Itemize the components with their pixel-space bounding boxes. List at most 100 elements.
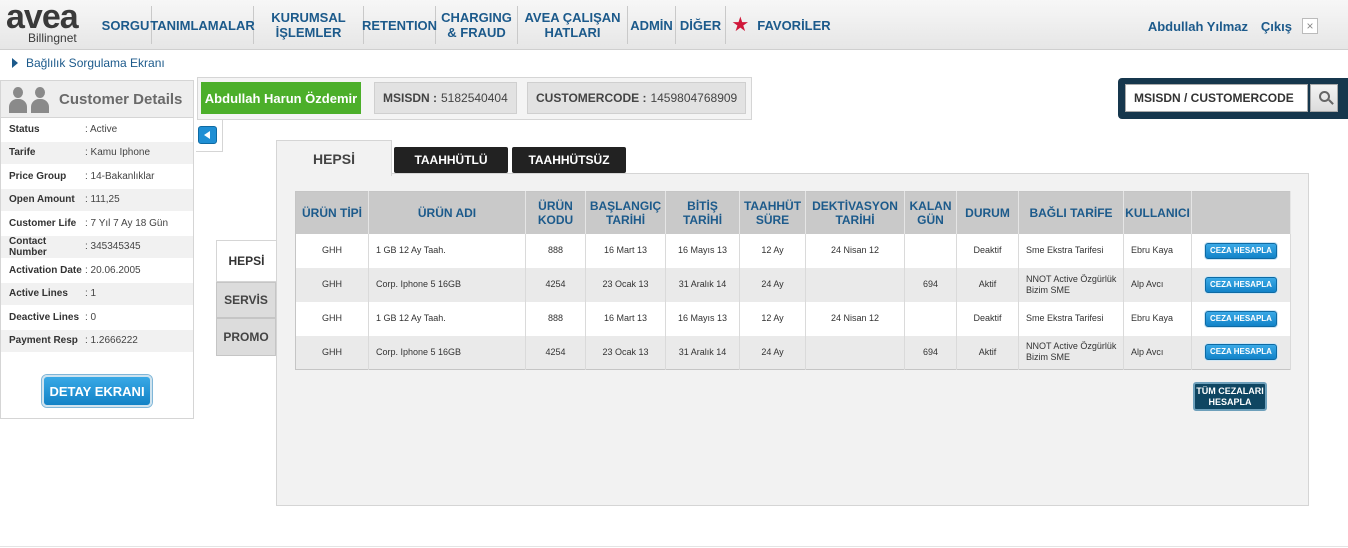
cell-kullanici: Ebru Kaya xyxy=(1123,233,1192,268)
header-bitis-tarihi[interactable]: BİTİŞ TARİHİ xyxy=(665,191,740,234)
cell-urun-adi: 1 GB 12 Ay Taah. xyxy=(368,233,526,268)
vtab-servis[interactable]: SERVİS xyxy=(216,282,276,318)
close-icon[interactable]: × xyxy=(1302,18,1318,34)
cell-urun-tipi: GHH xyxy=(295,301,369,336)
header-deaktivasyon-tarihi[interactable]: DEKTİVASYON TARİHİ xyxy=(805,191,905,234)
nav-kurumsal-islemler[interactable]: KURUMSAL İŞLEMLER xyxy=(254,6,364,44)
cell-urun-adi: Corp. Iphone 5 16GB xyxy=(368,335,526,370)
cell-urun-tipi: GHH xyxy=(295,335,369,370)
detail-row-activation-date: Activation Date: 20.06.2005 xyxy=(1,259,193,283)
nav-favoriler[interactable]: ★ FAVORİLER xyxy=(726,6,836,44)
cell-baslangic: 23 Ocak 13 xyxy=(585,335,666,370)
customercode-value: 1459804768909 xyxy=(650,91,738,105)
tab-taahhutsuz[interactable]: TAAHHÜTSÜZ xyxy=(512,147,626,173)
cell-bitis: 31 Aralık 14 xyxy=(665,335,740,370)
detail-key: Customer Life xyxy=(9,217,77,229)
cell-urun-tipi: GHH xyxy=(295,267,369,302)
cell-urun-adi: 1 GB 12 Ay Taah. xyxy=(368,301,526,336)
tab-taahhutlu[interactable]: TAAHHÜTLÜ xyxy=(394,147,508,173)
cell-bagli-tarife: NNOT Active Özgürlük Bizim SME xyxy=(1018,335,1124,370)
ceza-hesapla-button[interactable]: CEZA HESAPLA xyxy=(1205,310,1277,327)
header-kullanici[interactable]: KULLANICI xyxy=(1123,191,1192,234)
star-icon: ★ xyxy=(731,13,750,36)
header-urun-kodu[interactable]: ÜRÜN KODU xyxy=(525,191,586,234)
detail-key: Tarife xyxy=(9,147,36,159)
msisdn-value: 5182540404 xyxy=(441,91,508,105)
customer-info-bar: Abdullah Harun Özdemir MSISDN : 51825404… xyxy=(197,77,752,120)
cell-kullanici: Alp Avcı xyxy=(1123,335,1192,370)
detail-key: Status xyxy=(9,123,40,135)
ceza-hesapla-button[interactable]: CEZA HESAPLA xyxy=(1205,344,1277,361)
cell-durum: Deaktif xyxy=(956,301,1019,336)
cell-deaktivasyon: 24 Nisan 12 xyxy=(805,233,905,268)
cell-urun-adi: Corp. Iphone 5 16GB xyxy=(368,267,526,302)
header-urun-adi[interactable]: ÜRÜN ADI xyxy=(368,191,526,234)
nav-charging-fraud[interactable]: CHARGING & FRAUD xyxy=(436,6,518,44)
ceza-hesapla-button[interactable]: CEZA HESAPLA xyxy=(1205,242,1277,259)
nav-sorgu[interactable]: SORGU xyxy=(100,6,152,44)
cell-kullanici: Ebru Kaya xyxy=(1123,301,1192,336)
customer-name-badge: Abdullah Harun Özdemir xyxy=(201,82,361,114)
logout-link[interactable]: Çıkış xyxy=(1261,19,1292,34)
header-baslangic-tarihi[interactable]: BAŞLANGIÇ TARİHİ xyxy=(585,191,666,234)
cell-bagli-tarife: Sme Ekstra Tarifesi xyxy=(1018,233,1124,268)
detail-key: Activation Date xyxy=(9,264,82,276)
avea-logo[interactable]: avea Billingnet xyxy=(6,0,92,48)
cell-urun-tipi: GHH xyxy=(295,233,369,268)
detail-value: : 111,25 xyxy=(85,194,120,206)
cell-bitis: 16 Mayıs 13 xyxy=(665,233,740,268)
detay-ekrani-button[interactable]: DETAY EKRANI xyxy=(42,375,152,407)
nav-tanimlamalar[interactable]: TANIMLAMALAR xyxy=(150,6,255,44)
customer-details-header: Customer Details xyxy=(0,80,194,118)
cell-kullanici: Alp Avcı xyxy=(1123,267,1192,302)
top-navigation-bar: avea Billingnet SORGU TANIMLAMALAR KURUM… xyxy=(0,0,1348,50)
tab-hepsi[interactable]: HEPSİ xyxy=(276,140,392,176)
detail-value: : 0 xyxy=(85,311,97,323)
vtab-promo[interactable]: PROMO xyxy=(216,318,276,356)
table-row[interactable]: GHH Corp. Iphone 5 16GB 4254 23 Ocak 13 … xyxy=(295,267,1291,302)
header-urun-tipi[interactable]: ÜRÜN TİPİ xyxy=(295,191,369,234)
search-input[interactable]: MSISDN / CUSTOMERCODE xyxy=(1125,84,1308,112)
nav-diger[interactable]: DİĞER xyxy=(676,6,726,44)
search-button[interactable] xyxy=(1310,84,1338,112)
vtab-hepsi[interactable]: HEPSİ xyxy=(216,240,276,282)
cell-kalan-gun xyxy=(904,233,957,268)
cell-taahhut-sure: 24 Ay xyxy=(739,335,806,370)
customercode-pill: CUSTOMERCODE : 1459804768909 xyxy=(527,82,747,114)
products-table: ÜRÜN TİPİ ÜRÜN ADI ÜRÜN KODU BAŞLANGIÇ T… xyxy=(295,191,1291,370)
customer-details-title: Customer Details xyxy=(59,90,183,108)
header-kalan-gun[interactable]: KALAN GÜN xyxy=(904,191,957,234)
ceza-hesapla-button[interactable]: CEZA HESAPLA xyxy=(1205,276,1277,293)
detail-row-price-group: Price Group : 14-Bakanlıklar xyxy=(1,165,193,189)
nav-avea-calisan-hatlari[interactable]: AVEA ÇALIŞAN HATLARI xyxy=(518,6,628,44)
detail-key: Price Group xyxy=(9,170,67,182)
cell-bitis: 16 Mayıs 13 xyxy=(665,301,740,336)
header-bagli-tarife[interactable]: BAĞLI TARİFE xyxy=(1018,191,1124,234)
detail-value: : 345345345 xyxy=(85,241,141,253)
breadcrumb: Bağlılık Sorgulama Ekranı xyxy=(12,56,165,70)
nav-retention[interactable]: RETENTION xyxy=(362,6,437,44)
header-durum[interactable]: DURUM xyxy=(956,191,1019,234)
footer-divider xyxy=(0,546,1348,547)
table-row[interactable]: GHH 1 GB 12 Ay Taah. 888 16 Mart 13 16 M… xyxy=(295,233,1291,268)
cell-urun-kodu: 888 xyxy=(525,233,586,268)
table-row[interactable]: GHH 1 GB 12 Ay Taah. 888 16 Mart 13 16 M… xyxy=(295,301,1291,336)
detail-key: Active Lines xyxy=(9,288,68,300)
breadcrumb-label[interactable]: Bağlılık Sorgulama Ekranı xyxy=(26,56,165,70)
collapse-left-icon[interactable] xyxy=(198,126,217,144)
msisdn-label: MSISDN : xyxy=(383,91,437,105)
nav-admin[interactable]: ADMİN xyxy=(628,6,676,44)
user-name[interactable]: Abdullah Yılmaz xyxy=(1148,19,1248,34)
detail-row-open-amount: Open Amount: 111,25 xyxy=(1,188,193,212)
detail-value: : 20.06.2005 xyxy=(85,264,141,276)
cell-urun-kodu: 4254 xyxy=(525,335,586,370)
detail-row-contact-number: Contact Number: 345345345 xyxy=(1,235,193,259)
header-taahhut-sure[interactable]: TAAHHÜT SÜRE xyxy=(739,191,806,234)
logo-subtitle: Billingnet xyxy=(28,31,77,45)
search-panel: MSISDN / CUSTOMERCODE xyxy=(1118,78,1348,119)
detail-value: : 14-Bakanlıklar xyxy=(85,170,155,182)
detail-value: : Active xyxy=(85,123,118,135)
table-row[interactable]: GHH Corp. Iphone 5 16GB 4254 23 Ocak 13 … xyxy=(295,335,1291,370)
cell-durum: Aktif xyxy=(956,335,1019,370)
tum-cezalari-hesapla-button[interactable]: TÜM CEZALARI HESAPLA xyxy=(1193,382,1267,411)
